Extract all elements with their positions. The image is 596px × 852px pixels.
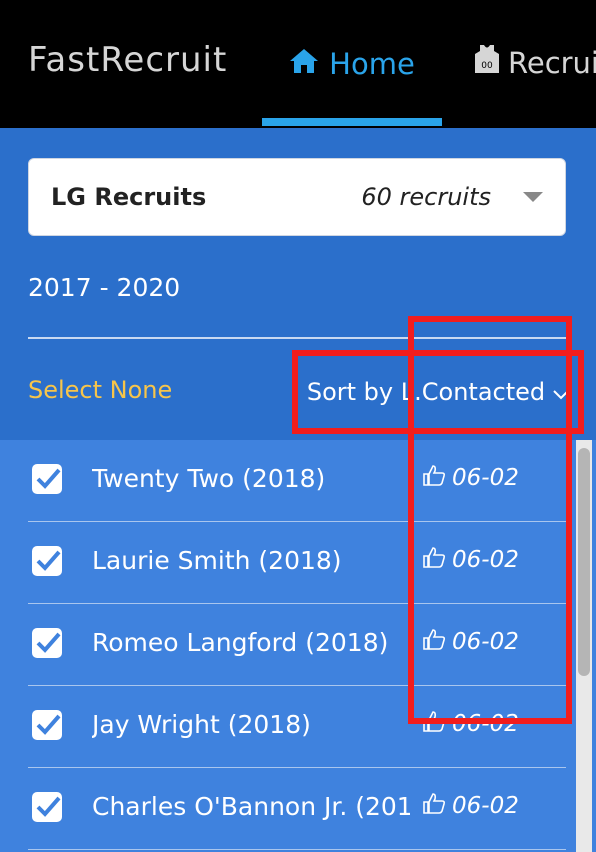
recruit-name[interactable]: Charles O'Bannon Jr. (2018 (92, 792, 410, 821)
thumbs-up-icon (422, 546, 446, 574)
recruit-group-select[interactable]: LG Recruits 60 recruits (28, 158, 566, 236)
sort-label: Sort by L.Contacted (306, 378, 546, 406)
recruit-name[interactable]: Romeo Langford (2018) (92, 628, 388, 657)
group-name: LG Recruits (51, 183, 207, 211)
last-contacted-date: 06-02 (452, 793, 519, 819)
thumbs-up-icon (422, 628, 446, 656)
thumbs-up-icon (422, 464, 446, 492)
thumbs-up-icon (422, 710, 446, 738)
checkbox-checked-icon[interactable] (32, 628, 62, 658)
recruit-list[interactable]: Twenty Two (2018) 06-02 Laurie Smith (2018… (0, 440, 596, 852)
nav-tab-home[interactable]: Home (262, 0, 442, 128)
app-brand[interactable]: FastRecruit (28, 40, 227, 80)
last-contacted: 06-02 (422, 464, 519, 492)
last-contacted-date: 06-02 (452, 629, 519, 655)
recruit-row[interactable]: Charles O'Bannon Jr. (2018 06-02 (28, 768, 566, 850)
recruit-name[interactable]: Twenty Two (2018) (92, 464, 325, 493)
last-contacted-date: 06-02 (452, 711, 519, 737)
recruit-row[interactable]: Romeo Langford (2018) 06-02 (28, 604, 566, 686)
nav-tab-home-label: Home (329, 47, 415, 81)
top-nav-bar: FastRecruit Home 00 Recruit (0, 0, 596, 128)
last-contacted: 06-02 (422, 546, 519, 574)
last-contacted: 06-02 (422, 792, 519, 820)
divider (28, 337, 566, 339)
scrollbar-thumb[interactable] (578, 448, 590, 676)
recruit-row[interactable]: Jay Wright (2018) 06-02 (28, 686, 566, 768)
recruit-name[interactable]: Laurie Smith (2018) (92, 546, 342, 575)
svg-text:00: 00 (481, 61, 493, 71)
last-contacted-date: 06-02 (452, 547, 519, 573)
recruit-row[interactable]: Twenty Two (2018) 06-02 (28, 440, 566, 522)
home-icon (289, 47, 319, 81)
last-contacted: 06-02 (422, 710, 519, 738)
jersey-icon: 00 (474, 44, 500, 81)
recruit-count: 60 recruits (361, 183, 491, 211)
recruit-row[interactable]: Laurie Smith (2018) 06-02 (28, 522, 566, 604)
sort-dropdown[interactable]: Sort by L.Contacted (292, 350, 584, 434)
recruit-name[interactable]: Jay Wright (2018) (92, 710, 311, 739)
chevron-down-icon (553, 378, 569, 406)
nav-tab-recruits[interactable]: 00 Recruit (474, 44, 596, 81)
checkbox-checked-icon[interactable] (32, 464, 62, 494)
checkbox-checked-icon[interactable] (32, 792, 62, 822)
scrollbar[interactable] (576, 440, 592, 852)
year-range: 2017 - 2020 (28, 273, 181, 302)
last-contacted-date: 06-02 (452, 465, 519, 491)
thumbs-up-icon (422, 792, 446, 820)
recruit-panel: LG Recruits 60 recruits 2017 - 2020 Sele… (0, 128, 596, 852)
active-tab-indicator (262, 118, 442, 126)
checkbox-checked-icon[interactable] (32, 710, 62, 740)
nav-tab-recruits-label: Recruit (508, 45, 596, 80)
checkbox-checked-icon[interactable] (32, 546, 62, 576)
select-none-button[interactable]: Select None (28, 376, 172, 404)
caret-down-icon (523, 192, 543, 202)
last-contacted: 06-02 (422, 628, 519, 656)
